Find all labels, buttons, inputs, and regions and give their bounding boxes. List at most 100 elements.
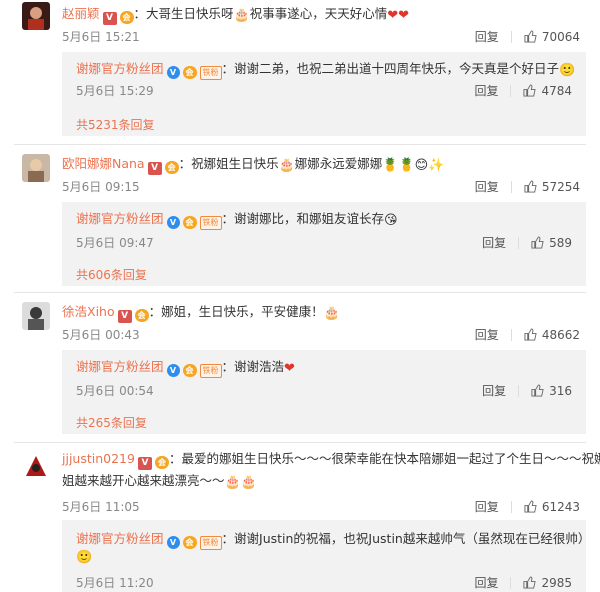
username[interactable]: jjjustin0219 (62, 451, 135, 466)
action-divider (510, 329, 512, 341)
like-count: 2985 (541, 576, 572, 590)
comment-text: ：娜姐，生日快乐，平安健康！ (148, 304, 324, 319)
action-divider (510, 31, 512, 43)
reply-box: 谢娜官方粉丝团 V 会铁粉 ：谢谢二弟，也祝二弟出道十四周年快乐，今天真是个好日子🙂 … (62, 52, 586, 136)
action-divider (510, 181, 512, 193)
reply-actions: 回复 316 (464, 382, 572, 399)
vip-badge-icon: 会 (182, 216, 197, 229)
action-divider (510, 577, 512, 589)
comment-time: 5月6日 15:21 (62, 30, 140, 44)
reply-button[interactable]: 回复 (447, 178, 499, 195)
avatar[interactable] (22, 2, 50, 30)
comment-time: 5月6日 00:43 (62, 328, 140, 342)
username[interactable]: 欧阳娜娜Nana (62, 156, 145, 171)
like-count: 589 (549, 236, 572, 250)
comment-text-cont: 姐越来越开心越来越漂亮～～ (62, 473, 225, 488)
reply-line: 谢娜官方粉丝团 V 会铁粉 ：谢谢二弟，也祝二弟出道十四周年快乐，今天真是个好日子🙂 (76, 58, 575, 80)
vip-badge-icon: 会 (182, 364, 197, 377)
reply-text: ：谢谢娜比，和娜姐友谊长存 (221, 211, 385, 226)
view-more-replies-link[interactable]: 共606条回复 (76, 266, 147, 283)
reply-button[interactable]: 回复 (456, 82, 498, 99)
action-divider (518, 385, 520, 397)
reply-button[interactable]: 回复 (456, 574, 498, 591)
comment-time: 5月6日 09:15 (62, 180, 140, 194)
reply-button[interactable]: 回复 (447, 498, 499, 515)
view-more-replies-link[interactable]: 共5231条回复 (76, 116, 155, 133)
comment-actions: 回复 70064 (447, 28, 580, 45)
reply-actions: 回复 4784 (456, 82, 572, 99)
fan-badge: 铁粉 (199, 66, 222, 80)
cake-emoji-icon: 🎂 (233, 8, 250, 23)
avatar[interactable] (22, 302, 50, 330)
blue-verified-icon: V (166, 536, 180, 549)
comment-time: 5月6日 11:05 (62, 500, 140, 514)
fan-badge: 铁粉 (199, 364, 222, 378)
thumb-up-icon[interactable] (524, 180, 537, 193)
comment-line: 赵丽颖 V 会：大哥生日快乐呀🎂祝事事遂心，天天好心情❤❤ (62, 0, 409, 28)
view-more-replies-link[interactable]: 共265条回复 (76, 414, 147, 431)
reply-text: ：谢谢Justin的祝福，也祝Justin越来越帅气（虽然现在已经很帅） (221, 531, 591, 546)
reply-actions: 回复 2985 (456, 574, 572, 591)
like-count: 4784 (541, 84, 572, 98)
reply-username[interactable]: 谢娜官方粉丝团 (76, 61, 164, 76)
reply-button[interactable]: 回复 (447, 28, 499, 45)
reply-time: 5月6日 11:20 (76, 576, 154, 590)
reply-line: 谢娜官方粉丝团 V 会铁粉 ：谢谢Justin的祝福，也祝Justin越来越帅气（虽然… (76, 528, 590, 550)
like-count: 57254 (541, 180, 580, 194)
pineapple-emoji-icon: 🍍🍍😊✨ (382, 158, 445, 173)
comment-text: ：最爱的娜姐生日快乐～～～很荣幸能在快本陪娜姐一起过了个生日～～～祝娜 (168, 451, 600, 466)
thumb-up-icon[interactable] (524, 500, 537, 513)
reply-username[interactable]: 谢娜官方粉丝团 (76, 211, 164, 226)
divider (14, 442, 586, 443)
comment-line: 欧阳娜娜Nana V 会：祝娜姐生日快乐🎂娜娜永远爱娜娜🍍🍍😊✨ (62, 150, 444, 178)
thumb-up-icon[interactable] (524, 328, 537, 341)
heart-emoji-icon: ❤❤ (387, 8, 410, 23)
thumb-up-icon[interactable] (523, 576, 537, 589)
action-divider (510, 85, 512, 97)
username[interactable]: 徐浩Xiho (62, 304, 115, 319)
thumb-up-icon[interactable] (531, 236, 544, 249)
thumb-up-icon[interactable] (524, 30, 537, 43)
reply-line: 谢娜官方粉丝团 V 会铁粉 ：谢谢娜比，和娜姐友谊长存😘 (76, 208, 398, 230)
thumb-up-icon[interactable] (531, 384, 544, 397)
reply-time: 5月6日 09:47 (76, 236, 154, 250)
reply-username[interactable]: 谢娜官方粉丝团 (76, 359, 164, 374)
comment-line: 徐浩Xiho V 会：娜姐，生日快乐，平安健康！🎂 (62, 298, 340, 326)
heart-emoji-icon: ❤ (284, 361, 295, 376)
action-divider (510, 501, 512, 513)
thumb-up-icon[interactable] (523, 84, 537, 97)
reply-box: 谢娜官方粉丝团 V 会铁粉 ：谢谢Justin的祝福，也祝Justin越来越帅气（虽然… (62, 520, 590, 592)
blue-verified-icon: V (166, 66, 180, 79)
blue-verified-icon: V (166, 216, 180, 229)
like-count: 61243 (541, 500, 580, 514)
comment-text-cont: 娜娜永远爱娜娜 (294, 156, 383, 171)
reply-box: 谢娜官方粉丝团 V 会铁粉 ：谢谢娜比，和娜姐友谊长存😘 5月6日 09:47 回复 5… (62, 202, 586, 286)
smile-emoji-icon: 🙂 (559, 63, 576, 78)
reply-button[interactable]: 回复 (464, 382, 506, 399)
comment-text: ：大哥生日快乐呀 (133, 6, 234, 21)
reply-button[interactable]: 回复 (447, 326, 499, 343)
reply-username[interactable]: 谢娜官方粉丝团 (76, 531, 164, 546)
vip-badge-icon: 会 (182, 66, 197, 79)
divider (14, 144, 586, 145)
fan-badge: 铁粉 (199, 216, 222, 230)
reply-button[interactable]: 回复 (464, 234, 506, 251)
avatar[interactable] (22, 154, 50, 182)
avatar[interactable] (22, 452, 50, 480)
reply-time: 5月6日 00:54 (76, 384, 154, 398)
cake-emoji-icon: 🎂 (323, 306, 340, 321)
reply-time: 5月6日 15:29 (76, 84, 154, 98)
kiss-emoji-icon: 😘 (384, 213, 398, 228)
verified-icon: V (137, 457, 152, 470)
divider (14, 292, 586, 293)
comment-actions: 回复 48662 (447, 326, 580, 343)
comment-text: ：祝娜姐生日快乐 (178, 156, 279, 171)
vip-badge-icon: 会 (182, 536, 197, 549)
blue-verified-icon: V (166, 364, 180, 377)
comment-actions: 回复 57254 (447, 178, 580, 195)
like-count: 316 (549, 384, 572, 398)
like-count: 70064 (541, 30, 580, 44)
reply-line: 谢娜官方粉丝团 V 会铁粉 ：谢谢浩浩❤ (76, 356, 295, 378)
reply-actions: 回复 589 (464, 234, 572, 251)
username[interactable]: 赵丽颖 (62, 6, 100, 21)
